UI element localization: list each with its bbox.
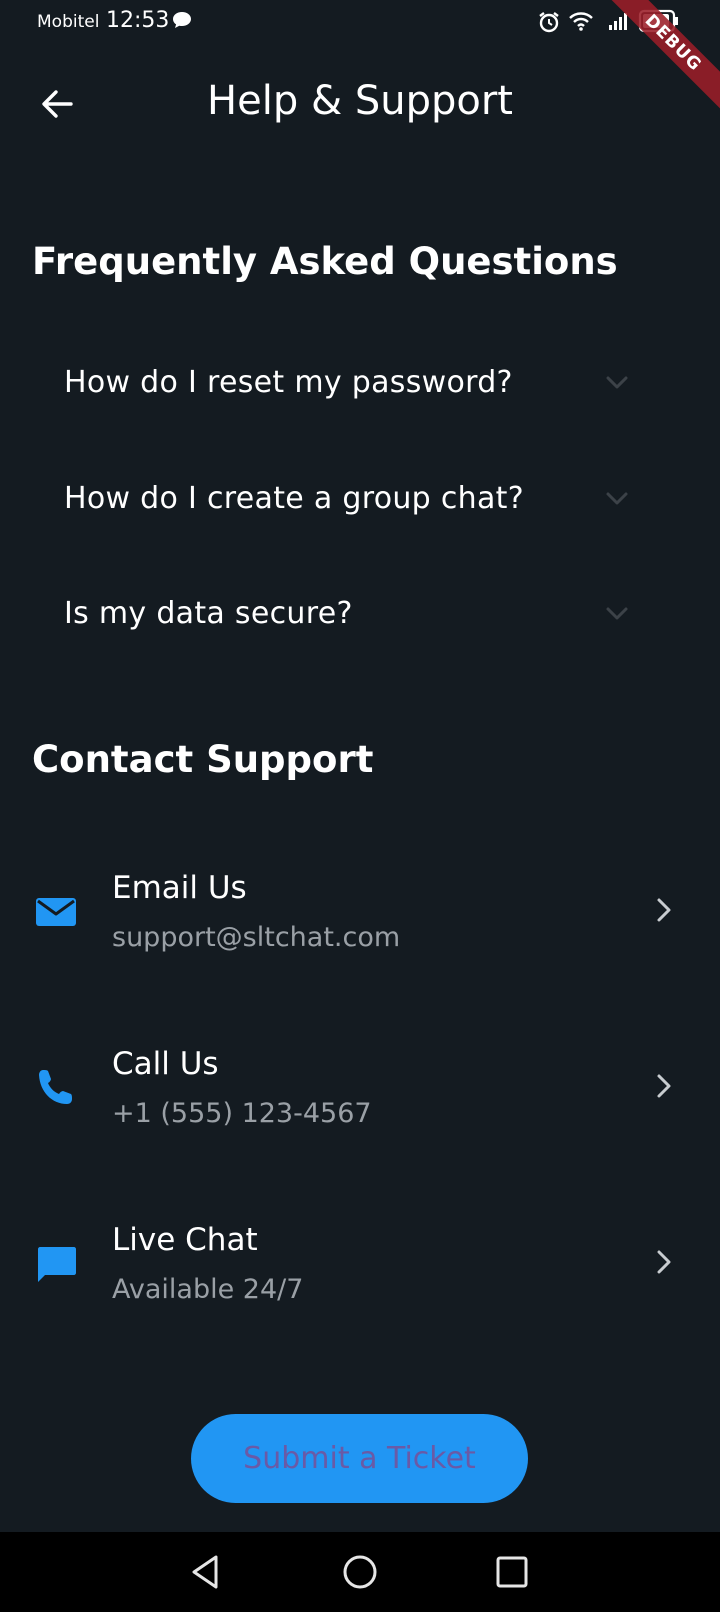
contact-title: Live Chat (112, 1222, 258, 1258)
submit-ticket-button[interactable]: Submit a Ticket (191, 1414, 528, 1503)
contact-email-item[interactable]: Email Us support@sltchat.com (0, 848, 720, 988)
signal-icon (609, 13, 627, 30)
contact-title: Email Us (112, 870, 247, 906)
nav-recents-icon[interactable] (492, 1552, 532, 1592)
wifi-icon (569, 12, 593, 31)
phone-icon (39, 1070, 72, 1104)
chevron-right-icon (657, 1074, 671, 1098)
contact-section-title: Contact Support (32, 738, 374, 781)
app-bar: Help & Support (0, 60, 720, 148)
status-bar: Mobitel 12:53 (0, 0, 720, 44)
battery-icon (638, 9, 678, 33)
faq-question: Is my data secure? (64, 595, 353, 631)
faq-item-data-secure[interactable]: Is my data secure? (40, 573, 660, 653)
nav-home-icon[interactable] (340, 1552, 380, 1592)
chevron-down-icon (606, 376, 628, 389)
chevron-right-icon (657, 898, 671, 922)
contact-subtitle: Available 24/7 (112, 1274, 304, 1305)
contact-call-item[interactable]: Call Us +1 (555) 123-4567 (0, 1024, 720, 1164)
chevron-right-icon (657, 1250, 671, 1274)
chevron-down-icon (606, 492, 628, 505)
contact-subtitle: support@sltchat.com (112, 922, 401, 953)
contact-live-chat-item[interactable]: Live Chat Available 24/7 (0, 1200, 720, 1340)
faq-question: How do I create a group chat? (64, 480, 524, 516)
faq-question: How do I reset my password? (64, 364, 513, 400)
email-icon (36, 898, 76, 926)
contact-title: Call Us (112, 1046, 219, 1082)
message-icon (173, 12, 191, 28)
chat-icon (38, 1247, 76, 1282)
faq-item-group-chat[interactable]: How do I create a group chat? (40, 458, 660, 538)
page-title: Help & Support (207, 78, 513, 124)
clock-time: 12:53 (106, 8, 170, 33)
contact-subtitle: +1 (555) 123-4567 (112, 1098, 372, 1129)
alarm-icon (539, 12, 559, 33)
system-nav-bar (0, 1532, 720, 1612)
faq-item-reset-password[interactable]: How do I reset my password? (40, 342, 660, 422)
carrier-name: Mobitel (37, 12, 100, 32)
chevron-down-icon (606, 607, 628, 620)
nav-back-icon[interactable] (186, 1552, 226, 1592)
faq-section-title: Frequently Asked Questions (32, 240, 618, 283)
